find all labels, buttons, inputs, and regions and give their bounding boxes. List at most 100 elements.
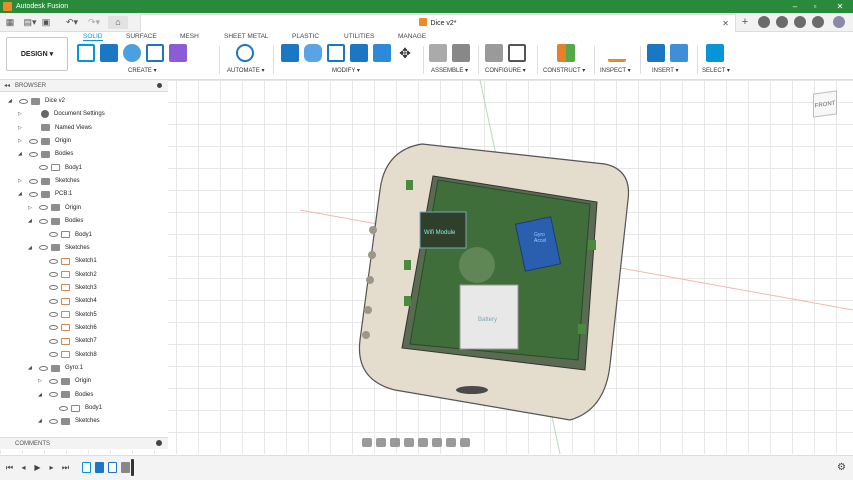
joint-icon[interactable] bbox=[452, 44, 470, 62]
step-forward-icon[interactable]: ▸ bbox=[47, 463, 56, 472]
tab-plastic[interactable]: PLASTIC bbox=[292, 33, 319, 40]
create-menu[interactable]: CREATE ▾ bbox=[128, 67, 157, 74]
table-icon[interactable] bbox=[508, 44, 526, 62]
expand-toggle-icon[interactable]: ◢ bbox=[38, 418, 46, 424]
notifications-icon[interactable] bbox=[794, 16, 806, 28]
visibility-eye-icon[interactable] bbox=[49, 312, 58, 318]
visibility-eye-icon[interactable] bbox=[39, 205, 48, 211]
browser-item[interactable]: Sketch2 bbox=[38, 269, 97, 281]
measure-icon[interactable] bbox=[608, 44, 626, 62]
visibility-eye-icon[interactable] bbox=[49, 352, 58, 358]
visibility-eye-icon[interactable] bbox=[49, 418, 58, 424]
browser-item[interactable]: ▷ Origin bbox=[18, 135, 71, 147]
visibility-eye-icon[interactable] bbox=[29, 191, 38, 197]
tab-solid[interactable]: SOLID bbox=[83, 33, 103, 41]
browser-item[interactable]: ◢ Dice v2 bbox=[8, 95, 65, 107]
offset-plane-icon[interactable] bbox=[557, 44, 575, 62]
configure-menu[interactable]: CONFIGURE ▾ bbox=[485, 67, 526, 74]
visibility-eye-icon[interactable] bbox=[49, 232, 58, 237]
browser-item[interactable]: ▷ Origin bbox=[38, 375, 91, 387]
tab-mesh[interactable]: MESH bbox=[180, 33, 199, 40]
move-icon[interactable]: ✥ bbox=[396, 44, 414, 62]
file-menu-icon[interactable]: ▤▾ bbox=[22, 16, 38, 29]
visibility-eye-icon[interactable] bbox=[49, 392, 58, 398]
automate-icon[interactable] bbox=[236, 44, 254, 62]
view-cube[interactable]: FRONT bbox=[813, 90, 837, 118]
browser-item[interactable]: ◢ Gyro:1 bbox=[28, 362, 83, 374]
expand-toggle-icon[interactable]: ▷ bbox=[18, 138, 26, 144]
visibility-eye-icon[interactable] bbox=[49, 378, 58, 384]
create-sketch-icon[interactable] bbox=[77, 44, 95, 62]
fit-icon[interactable] bbox=[418, 437, 428, 447]
app-grid-icon[interactable]: ▦ bbox=[4, 16, 16, 29]
pan-icon[interactable] bbox=[390, 437, 400, 447]
browser-item[interactable]: Sketch4 bbox=[38, 295, 97, 307]
look-at-icon[interactable] bbox=[376, 437, 386, 447]
expand-toggle-icon[interactable]: ▷ bbox=[38, 378, 46, 384]
visibility-eye-icon[interactable] bbox=[39, 218, 48, 224]
insert-image-icon[interactable] bbox=[670, 44, 688, 62]
browser-item[interactable]: ▷ Named Views bbox=[18, 122, 92, 134]
timeline-marker[interactable] bbox=[131, 459, 134, 476]
browser-item[interactable]: Sketch1 bbox=[38, 255, 97, 267]
timeline-sketch-feature[interactable] bbox=[82, 462, 91, 473]
press-pull-icon[interactable] bbox=[281, 44, 299, 62]
construct-menu[interactable]: CONSTRUCT ▾ bbox=[543, 67, 585, 74]
pattern-icon[interactable] bbox=[146, 44, 164, 62]
configure-icon[interactable] bbox=[485, 44, 503, 62]
timeline-settings-icon[interactable]: ⚙ bbox=[837, 463, 846, 473]
visibility-eye-icon[interactable] bbox=[49, 325, 58, 331]
browser-item[interactable]: Sketch5 bbox=[38, 309, 97, 321]
expand-toggle-icon[interactable]: ▷ bbox=[18, 178, 26, 184]
expand-toggle-icon[interactable]: ◢ bbox=[38, 392, 46, 398]
browser-item[interactable]: ◢ PCB:1 bbox=[18, 188, 72, 200]
zoom-icon[interactable] bbox=[404, 437, 414, 447]
visibility-eye-icon[interactable] bbox=[49, 272, 58, 278]
comments-panel[interactable]: COMMENTS bbox=[0, 437, 168, 449]
browser-item[interactable]: Sketch7 bbox=[38, 335, 97, 347]
insert-derive-icon[interactable] bbox=[647, 44, 665, 62]
timeline-extrude-feature[interactable] bbox=[95, 462, 104, 473]
inspect-menu[interactable]: INSPECT ▾ bbox=[600, 67, 631, 74]
select-cursor-icon[interactable] bbox=[706, 44, 724, 62]
expand-toggle-icon[interactable]: ◢ bbox=[28, 218, 36, 224]
browser-item[interactable]: Sketch6 bbox=[38, 322, 97, 334]
timeline-component-feature[interactable] bbox=[121, 462, 130, 473]
browser-item[interactable]: ◢ Bodies bbox=[38, 389, 93, 401]
visibility-eye-icon[interactable] bbox=[39, 365, 48, 371]
play-icon[interactable]: ▶ bbox=[33, 463, 42, 472]
browser-item[interactable]: ◢ Sketches bbox=[28, 242, 90, 254]
visibility-eye-icon[interactable] bbox=[29, 151, 38, 157]
select-menu[interactable]: SELECT ▾ bbox=[702, 67, 730, 74]
browser-item[interactable]: ◢ Bodies bbox=[18, 148, 73, 160]
job-status-icon[interactable] bbox=[776, 16, 788, 28]
save-icon[interactable]: ▣ bbox=[40, 16, 52, 29]
home-icon[interactable]: ⌂ bbox=[108, 16, 128, 29]
browser-item[interactable]: ▷ Origin bbox=[28, 202, 81, 214]
undo-icon[interactable]: ↶▾ bbox=[64, 16, 80, 29]
browser-item[interactable]: ◢ Sketches bbox=[38, 415, 100, 427]
browser-item[interactable]: Sketch8 bbox=[38, 349, 97, 361]
tab-sheet-metal[interactable]: SHEET METAL bbox=[224, 33, 269, 40]
step-back-icon[interactable]: ◂ bbox=[19, 463, 28, 472]
timeline-shell-feature[interactable] bbox=[108, 462, 117, 473]
display-settings-icon[interactable] bbox=[432, 437, 442, 447]
form-icon[interactable] bbox=[169, 44, 187, 62]
extrude-icon[interactable] bbox=[100, 44, 118, 62]
shell-icon[interactable] bbox=[327, 44, 345, 62]
viewports-icon[interactable] bbox=[460, 437, 470, 447]
go-to-start-icon[interactable]: ⏮ bbox=[5, 463, 14, 472]
add-comment-icon[interactable] bbox=[156, 440, 162, 446]
go-to-end-icon[interactable]: ⏭ bbox=[61, 463, 70, 472]
browser-options-icon[interactable] bbox=[157, 83, 162, 88]
visibility-eye-icon[interactable] bbox=[49, 258, 58, 264]
expand-toggle-icon[interactable]: ▷ bbox=[28, 205, 36, 211]
insert-menu[interactable]: INSERT ▾ bbox=[652, 67, 678, 74]
close-window-button[interactable]: ✕ bbox=[828, 0, 852, 13]
visibility-eye-icon[interactable] bbox=[19, 98, 28, 104]
browser-item[interactable]: ▷ Sketches bbox=[18, 175, 80, 187]
new-component-icon[interactable] bbox=[429, 44, 447, 62]
browser-item[interactable]: ▷ Document Settings bbox=[18, 108, 105, 120]
grid-settings-icon[interactable] bbox=[446, 437, 456, 447]
maximize-button[interactable]: ▫ bbox=[803, 0, 827, 13]
